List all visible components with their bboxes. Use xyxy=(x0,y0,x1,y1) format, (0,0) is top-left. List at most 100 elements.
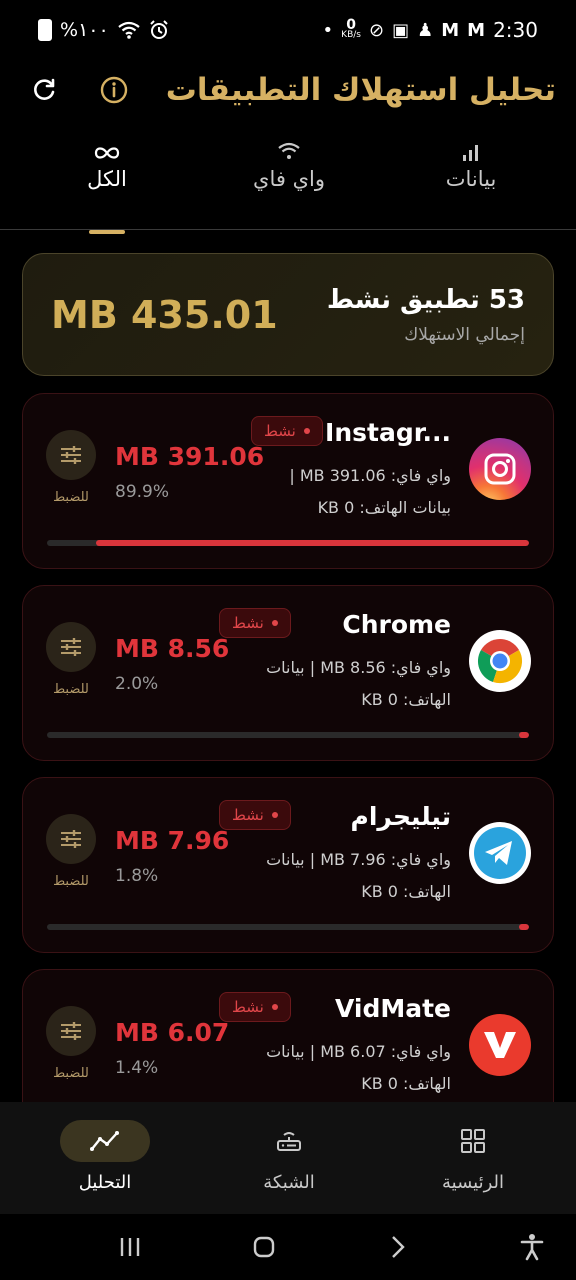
refresh-button[interactable] xyxy=(24,70,64,110)
nav-analytics[interactable]: التحليل xyxy=(50,1102,160,1214)
app-name: Chrome xyxy=(342,610,451,639)
instagram-icon xyxy=(469,438,531,500)
nav-home[interactable]: الرئيسية xyxy=(418,1102,528,1214)
chrome-icon xyxy=(469,630,531,692)
app-name: VidMate xyxy=(334,994,451,1023)
active-status-badge: نشط xyxy=(219,608,291,638)
app-usage-value: MB 6.07 xyxy=(115,1018,230,1047)
app-name: تيليجرام xyxy=(350,802,451,831)
adjust-label: للضبط xyxy=(53,682,89,697)
recents-button[interactable] xyxy=(110,1227,150,1267)
adjust-label: للضبط xyxy=(53,874,89,889)
status-dot xyxy=(271,620,278,626)
active-status-badge: نشط xyxy=(219,992,291,1022)
badge-label: نشط xyxy=(232,998,264,1016)
wifi-usage-detail: واي فاي: MB 6.07 | بيانات xyxy=(266,1042,451,1061)
wifi-icon xyxy=(277,135,301,161)
total-usage-label: إجمالي الاستهلاك xyxy=(404,324,525,345)
adjust-control[interactable]: للضبط xyxy=(45,814,97,889)
tab-all-label: الكل xyxy=(87,167,127,191)
alarm-icon xyxy=(149,20,168,39)
home-button[interactable] xyxy=(244,1227,284,1267)
app-usage-percent: 1.8% xyxy=(115,866,159,886)
active-status-badge: نشط xyxy=(219,800,291,830)
nav-network-label: الشبكة xyxy=(263,1172,315,1193)
app-card-instagram[interactable]: Instagr... نشط واي فاي: MB 391.06 | بيان… xyxy=(22,393,554,569)
dot-icon: • xyxy=(322,19,334,41)
adjust-button[interactable] xyxy=(46,622,96,672)
usage-progress-fill xyxy=(519,732,529,738)
tab-mobile-data[interactable]: بيانات xyxy=(416,135,526,229)
net-speed: 0 KB/s xyxy=(341,18,361,40)
signal-bars-icon xyxy=(462,135,480,161)
adjust-control[interactable]: للضبط xyxy=(45,1006,97,1081)
wifi-usage-detail: واي فاي: MB 7.96 | بيانات xyxy=(266,850,451,869)
active-tab-indicator xyxy=(89,230,125,234)
status-dot xyxy=(271,1004,278,1010)
status-left: %١٠٠ xyxy=(38,19,169,41)
status-dot xyxy=(271,812,278,818)
net-speed-unit: KB/s xyxy=(341,30,361,40)
badge-label: نشط xyxy=(232,614,264,632)
app-usage-percent: 1.4% xyxy=(115,1058,159,1078)
tab-wifi-label: واي فاي xyxy=(253,167,325,191)
wifi-usage-detail: واي فاي: MB 391.06 | xyxy=(289,466,451,485)
adjust-control[interactable]: للضبط xyxy=(45,622,97,697)
person-icon: ♟ xyxy=(417,19,434,41)
mobile-usage-detail: بيانات الهاتف: KB 0 xyxy=(317,498,451,517)
usage-progress-bar xyxy=(47,732,529,738)
usage-progress-bar xyxy=(47,540,529,546)
bottom-navigation: التحليل الشبكة الرئيسية xyxy=(0,1102,576,1214)
app-usage-percent: 89.9% xyxy=(115,482,170,502)
system-navigation-bar xyxy=(0,1214,576,1280)
app-name: Instagr... xyxy=(325,418,451,447)
app-card-chrome[interactable]: Chrome نشط واي فاي: MB 8.56 | بيانات اله… xyxy=(22,585,554,761)
app-usage-value: MB 7.96 xyxy=(115,826,230,855)
mobile-usage-detail: الهاتف: KB 0 xyxy=(361,1074,451,1093)
chevron-right-icon xyxy=(392,1236,405,1258)
analytics-icon xyxy=(60,1120,150,1162)
adjust-label: للضبط xyxy=(53,1066,89,1081)
usage-progress-bar xyxy=(47,924,529,930)
gmail-icon: M xyxy=(441,19,460,41)
tab-wifi[interactable]: واي فاي xyxy=(234,135,344,229)
sliders-icon xyxy=(61,638,81,656)
accessibility-button[interactable] xyxy=(512,1227,552,1267)
nav-analytics-label: التحليل xyxy=(78,1172,132,1193)
app-usage-percent: 2.0% xyxy=(115,674,159,694)
page-title: تحليل استهلاك التطبيقات xyxy=(165,72,556,108)
nav-network[interactable]: الشبكة xyxy=(234,1102,344,1214)
summary-info: 53 تطبيق نشط إجمالي الاستهلاك xyxy=(327,285,525,345)
info-icon xyxy=(100,76,128,104)
adjust-button[interactable] xyxy=(46,1006,96,1056)
badge-label: نشط xyxy=(232,806,264,824)
refresh-icon xyxy=(34,78,55,100)
back-button[interactable] xyxy=(378,1227,418,1267)
total-usage-summary: MB 435.01 53 تطبيق نشط إجمالي الاستهلاك xyxy=(22,253,554,376)
info-button[interactable] xyxy=(94,70,134,110)
battery-percent: %١٠٠ xyxy=(60,19,109,41)
tab-all[interactable]: الكل xyxy=(52,135,162,234)
app-usage-value: MB 8.56 xyxy=(115,634,230,663)
nav-home-label: الرئيسية xyxy=(442,1172,504,1193)
adjust-button[interactable] xyxy=(46,814,96,864)
battery-icon xyxy=(38,19,52,41)
app-header: تحليل استهلاك التطبيقات xyxy=(0,60,576,120)
grid-icon xyxy=(428,1120,518,1162)
adjust-button[interactable] xyxy=(46,430,96,480)
mobile-usage-detail: الهاتف: KB 0 xyxy=(361,882,451,901)
block-icon: ⊘ xyxy=(368,19,385,41)
adjust-control[interactable]: للضبط xyxy=(45,430,97,505)
header-actions xyxy=(24,70,134,110)
app-card-telegram[interactable]: تيليجرام نشط واي فاي: MB 7.96 | بيانات ا… xyxy=(22,777,554,953)
active-apps-count: 53 تطبيق نشط xyxy=(326,284,525,315)
clock: 2:30 xyxy=(493,18,538,42)
wifi-usage-detail: واي فاي: MB 8.56 | بيانات xyxy=(266,658,451,677)
badge-label: نشط xyxy=(264,422,296,440)
recents-icon xyxy=(120,1238,140,1256)
router-icon xyxy=(244,1120,334,1162)
accessibility-icon xyxy=(520,1234,544,1261)
filter-tabs: الكل واي فاي بيانات xyxy=(0,135,576,234)
infinity-icon xyxy=(93,135,121,161)
usage-progress-fill xyxy=(519,924,529,930)
